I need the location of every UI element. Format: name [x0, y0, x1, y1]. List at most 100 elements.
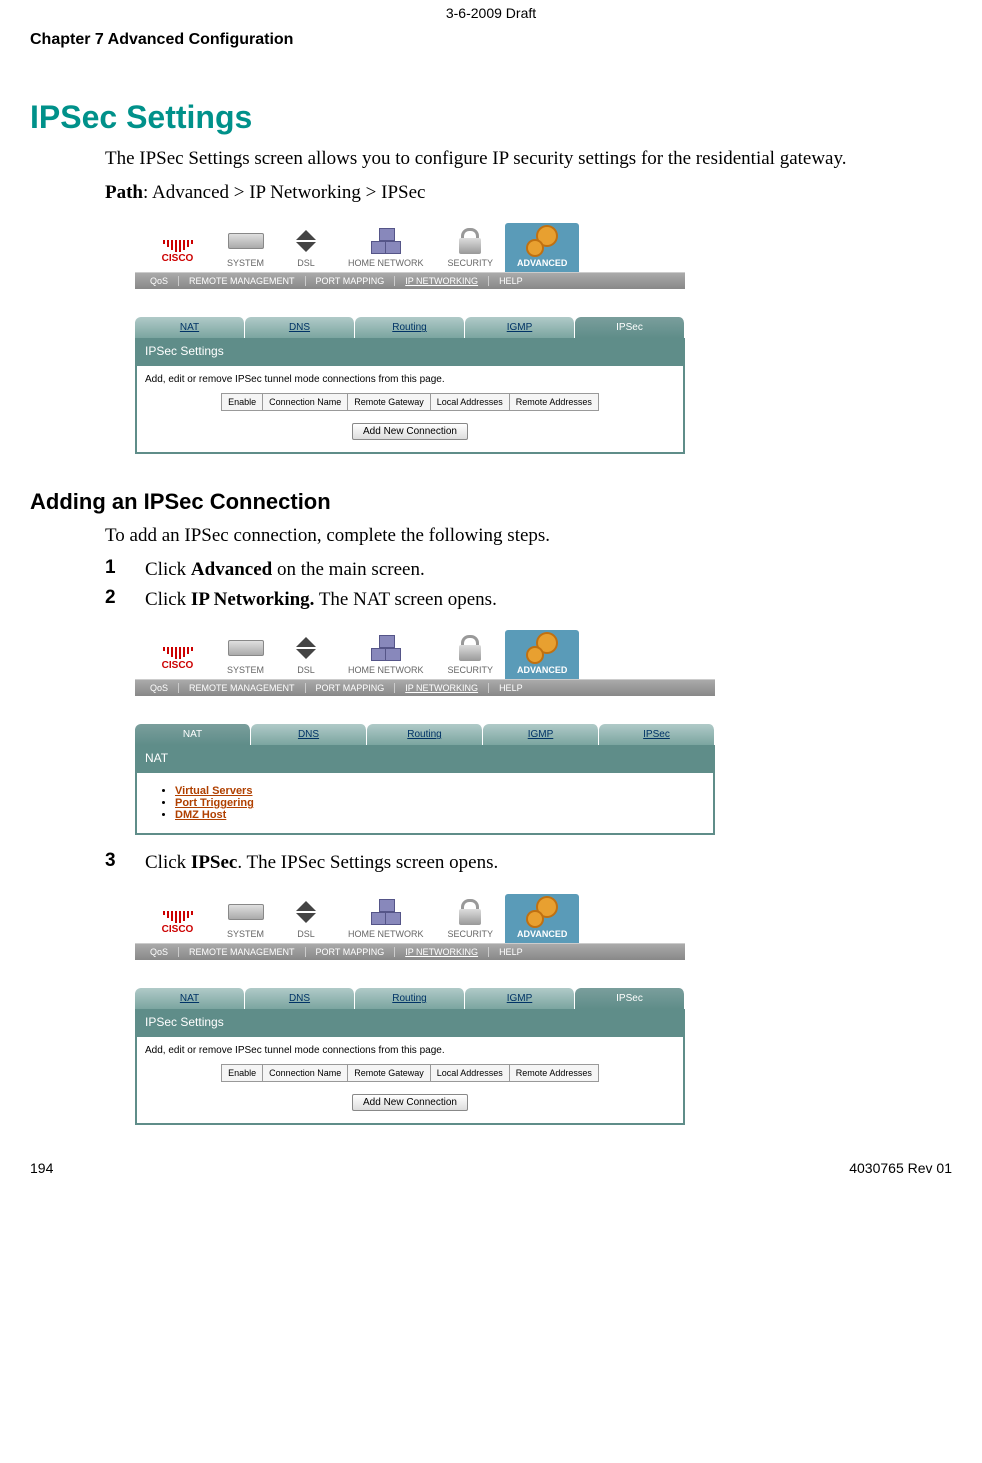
subnav-ip-networking[interactable]: IP NETWORKING [395, 276, 489, 286]
nav-dsl[interactable]: DSL [276, 226, 336, 272]
step-num-3: 3 [105, 850, 145, 876]
path-value: : Advanced > IP Networking > IPSec [143, 182, 425, 203]
col-local-addresses: Local Addresses [430, 394, 509, 411]
cisco-logo: CISCO [150, 240, 205, 272]
nav-advanced[interactable]: ADVANCED [505, 894, 579, 943]
panel-body-nat: Virtual Servers Port Triggering DMZ Host [135, 771, 715, 835]
panel-header-ipsec-3: IPSec Settings [135, 1009, 685, 1035]
tab-ipsec[interactable]: IPSec [599, 724, 715, 745]
path-line: Path: Advanced > IP Networking > IPSec [105, 180, 952, 206]
top-navbar-3: CISCO SYSTEM DSL HOME NETWORK SECURITY A… [135, 891, 685, 944]
step-num-1: 1 [105, 557, 145, 583]
subsection-title: Adding an IPSec Connection [30, 489, 952, 515]
top-navbar: CISCO SYSTEM DSL HOME NETWORK SECURITY A… [135, 220, 685, 273]
subnav-port-mapping[interactable]: PORT MAPPING [306, 683, 396, 693]
ipsec-table: Enable Connection Name Remote Gateway Lo… [221, 393, 599, 411]
step-1: 1 Click Advanced on the main screen. [105, 557, 952, 583]
tab-dns[interactable]: DNS [245, 988, 355, 1009]
nav-advanced[interactable]: ADVANCED [505, 223, 579, 272]
tab-row-3: NAT DNS Routing IGMP IPSec [135, 988, 685, 1009]
sub-navbar: QoS REMOTE MANAGEMENT PORT MAPPING IP NE… [135, 273, 685, 289]
col-local-addresses: Local Addresses [430, 1064, 509, 1081]
subnav-port-mapping[interactable]: PORT MAPPING [306, 276, 396, 286]
tab-igmp[interactable]: IGMP [465, 317, 575, 338]
section-intro: The IPSec Settings screen allows you to … [105, 146, 952, 172]
subnav-qos[interactable]: QoS [140, 947, 179, 957]
screenshot-ipsec-settings-2: CISCO SYSTEM DSL HOME NETWORK SECURITY A… [135, 891, 685, 1125]
nav-system[interactable]: SYSTEM [215, 633, 276, 679]
tab-routing[interactable]: Routing [355, 317, 465, 338]
subnav-remote-management[interactable]: REMOTE MANAGEMENT [179, 683, 306, 693]
add-new-connection-button[interactable]: Add New Connection [352, 1094, 468, 1111]
col-remote-addresses: Remote Addresses [509, 394, 598, 411]
path-label: Path [105, 182, 143, 203]
subnav-remote-management[interactable]: REMOTE MANAGEMENT [179, 276, 306, 286]
doc-revision: 4030765 Rev 01 [849, 1160, 952, 1176]
subnav-qos[interactable]: QoS [140, 276, 179, 286]
tab-row-nat: NAT DNS Routing IGMP IPSec [135, 724, 715, 745]
add-new-connection-button[interactable]: Add New Connection [352, 423, 468, 440]
subnav-qos[interactable]: QoS [140, 683, 179, 693]
col-remote-gateway: Remote Gateway [348, 1064, 431, 1081]
subnav-ip-networking[interactable]: IP NETWORKING [395, 683, 489, 693]
chapter-header: Chapter 7 Advanced Configuration [30, 31, 952, 49]
nav-system[interactable]: SYSTEM [215, 897, 276, 943]
step-num-2: 2 [105, 587, 145, 613]
ipsec-note: Add, edit or remove IPSec tunnel mode co… [145, 374, 675, 385]
screenshot-ipsec-settings: CISCO SYSTEM DSL HOME NETWORK SECURITY A… [135, 220, 685, 454]
sub-navbar-3: QoS REMOTE MANAGEMENT PORT MAPPING IP NE… [135, 944, 685, 960]
nav-security[interactable]: SECURITY [436, 897, 506, 943]
tab-igmp[interactable]: IGMP [465, 988, 575, 1009]
col-remote-gateway: Remote Gateway [348, 394, 431, 411]
draft-header: 3-6-2009 Draft [30, 0, 952, 21]
col-enable: Enable [222, 1064, 263, 1081]
panel-body-ipsec: Add, edit or remove IPSec tunnel mode co… [135, 364, 685, 454]
link-port-triggering[interactable]: Port Triggering [175, 797, 254, 809]
subnav-help[interactable]: HELP [489, 947, 533, 957]
tab-row: NAT DNS Routing IGMP IPSec [135, 317, 685, 338]
col-connection-name: Connection Name [263, 394, 348, 411]
nav-security[interactable]: SECURITY [436, 226, 506, 272]
tab-routing[interactable]: Routing [367, 724, 483, 745]
subnav-help[interactable]: HELP [489, 276, 533, 286]
link-dmz-host[interactable]: DMZ Host [175, 809, 226, 821]
screenshot-nat: CISCO SYSTEM DSL HOME NETWORK SECURITY A… [135, 627, 715, 835]
nav-security[interactable]: SECURITY [436, 633, 506, 679]
link-virtual-servers[interactable]: Virtual Servers [175, 785, 252, 797]
tab-igmp[interactable]: IGMP [483, 724, 599, 745]
nav-dsl[interactable]: DSL [276, 897, 336, 943]
ipsec-table-3: Enable Connection Name Remote Gateway Lo… [221, 1064, 599, 1082]
nav-system[interactable]: SYSTEM [215, 226, 276, 272]
sub-navbar-nat: QoS REMOTE MANAGEMENT PORT MAPPING IP NE… [135, 680, 715, 696]
cisco-logo: CISCO [150, 911, 205, 943]
subnav-remote-management[interactable]: REMOTE MANAGEMENT [179, 947, 306, 957]
tab-routing[interactable]: Routing [355, 988, 465, 1009]
nav-home-network[interactable]: HOME NETWORK [336, 226, 436, 272]
tab-nat[interactable]: NAT [135, 724, 251, 745]
subnav-help[interactable]: HELP [489, 683, 533, 693]
nav-advanced[interactable]: ADVANCED [505, 630, 579, 679]
tab-dns[interactable]: DNS [245, 317, 355, 338]
page-number: 194 [30, 1160, 53, 1176]
tab-dns[interactable]: DNS [251, 724, 367, 745]
subnav-port-mapping[interactable]: PORT MAPPING [306, 947, 396, 957]
col-enable: Enable [222, 394, 263, 411]
step-2: 2 Click IP Networking. The NAT screen op… [105, 587, 952, 613]
step-3: 3 Click IPSec. The IPSec Settings screen… [105, 850, 952, 876]
section-title: IPSec Settings [30, 99, 952, 136]
col-connection-name: Connection Name [263, 1064, 348, 1081]
tab-ipsec[interactable]: IPSec [575, 988, 685, 1009]
subnav-ip-networking[interactable]: IP NETWORKING [395, 947, 489, 957]
panel-body-ipsec-3: Add, edit or remove IPSec tunnel mode co… [135, 1035, 685, 1125]
tab-ipsec[interactable]: IPSec [575, 317, 685, 338]
nav-dsl[interactable]: DSL [276, 633, 336, 679]
nav-home-network[interactable]: HOME NETWORK [336, 633, 436, 679]
panel-header-nat: NAT [135, 745, 715, 771]
tab-nat[interactable]: NAT [135, 317, 245, 338]
top-navbar-nat: CISCO SYSTEM DSL HOME NETWORK SECURITY A… [135, 627, 715, 680]
tab-nat[interactable]: NAT [135, 988, 245, 1009]
panel-header-ipsec: IPSec Settings [135, 338, 685, 364]
col-remote-addresses: Remote Addresses [509, 1064, 598, 1081]
ipsec-note-3: Add, edit or remove IPSec tunnel mode co… [145, 1045, 675, 1056]
nav-home-network[interactable]: HOME NETWORK [336, 897, 436, 943]
